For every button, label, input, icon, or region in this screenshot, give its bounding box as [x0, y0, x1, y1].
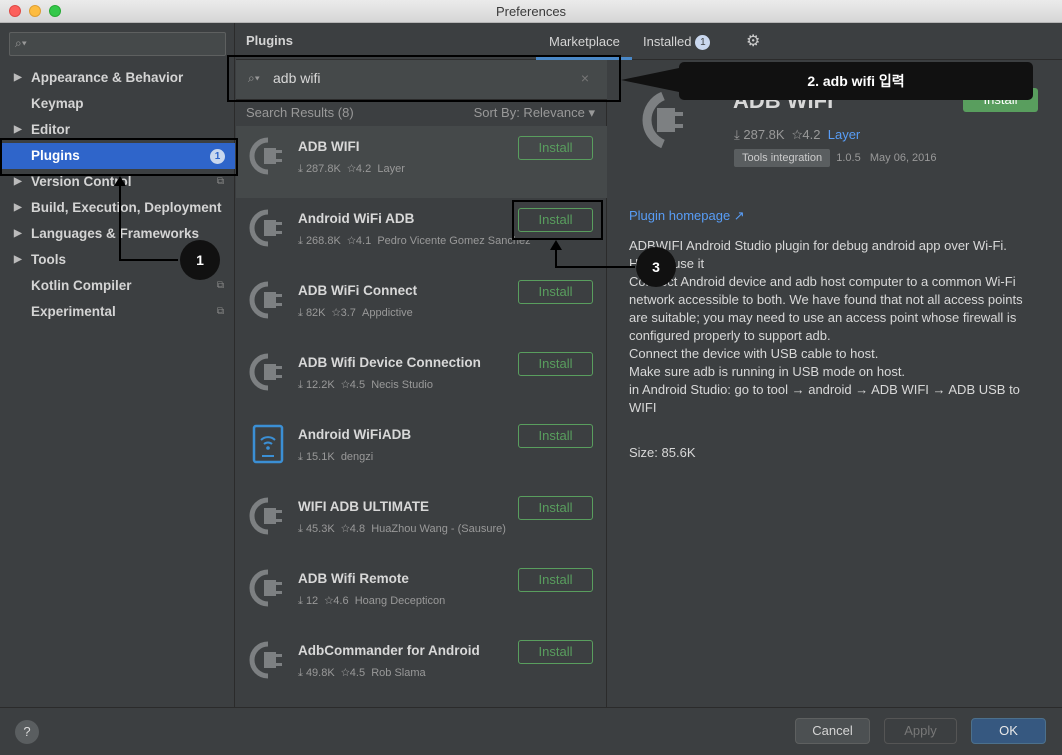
annotation-callout-search: 2. adb wifi 입력	[679, 62, 1033, 100]
annotation-step-3: 3	[636, 247, 676, 287]
annotation-step-1: 1	[180, 240, 220, 280]
annotation-arrows	[114, 68, 679, 268]
preferences-window: Preferences ⌕▾ ▶ Appearance & Behavior Key…	[0, 0, 1062, 755]
